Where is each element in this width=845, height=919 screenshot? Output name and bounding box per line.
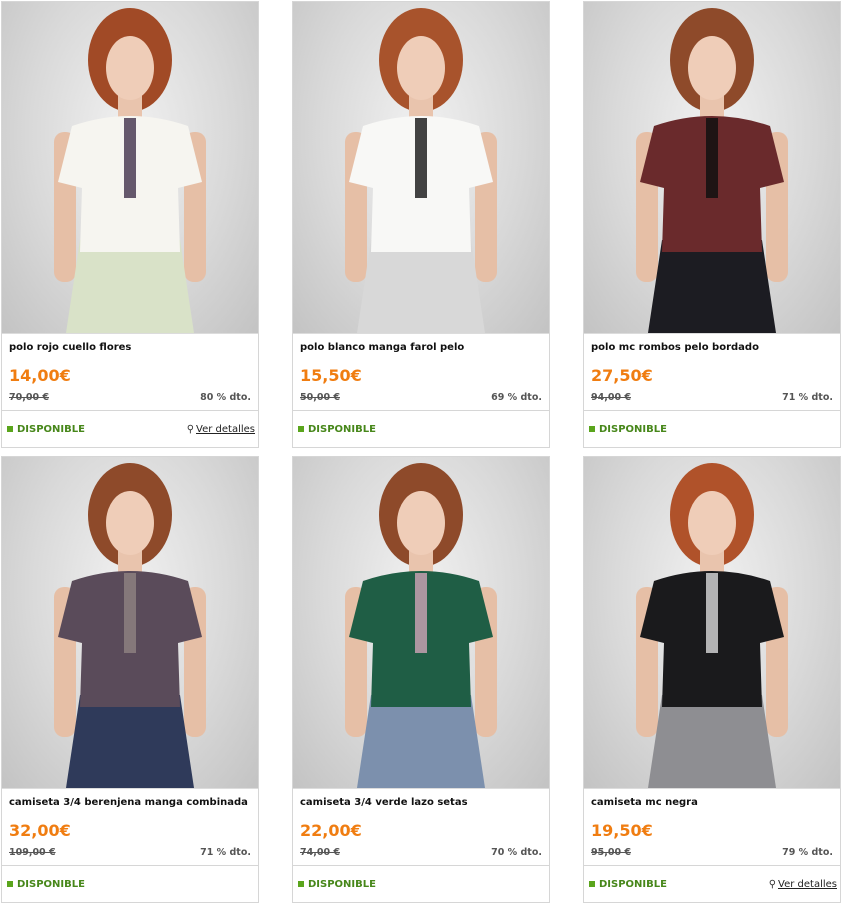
- model-shape: [688, 491, 736, 555]
- product-price: 22,00€: [300, 821, 362, 840]
- original-price: 94,00 €: [591, 391, 631, 403]
- model-shape: [706, 118, 718, 198]
- availability-square-icon: [298, 426, 304, 432]
- model-illustration: [345, 463, 497, 788]
- product-card: camiseta mc negra 19,50€ 95,00 € 79 % dt…: [583, 456, 841, 903]
- availability-status: DISPONIBLE: [298, 424, 376, 435]
- model-shape: [357, 240, 485, 333]
- original-price: 50,00 €: [300, 391, 340, 403]
- availability-status: DISPONIBLE: [589, 879, 667, 890]
- model-shape: [688, 36, 736, 100]
- product-photo[interactable]: [584, 457, 840, 789]
- product-price: 27,50€: [591, 366, 653, 385]
- model-shape: [66, 240, 194, 333]
- model-illustration: [345, 8, 497, 333]
- product-price: 14,00€: [9, 366, 71, 385]
- availability-square-icon: [298, 881, 304, 887]
- availability-label: DISPONIBLE: [17, 423, 85, 435]
- model-illustration: [636, 8, 788, 333]
- model-shape: [124, 118, 136, 198]
- availability-label: DISPONIBLE: [17, 878, 85, 890]
- product-name[interactable]: camiseta 3/4 berenjena manga combinada: [9, 797, 251, 811]
- discount-label: 71 % dto.: [200, 846, 251, 858]
- model-shape: [648, 240, 776, 333]
- model-shape: [66, 695, 194, 788]
- model-shape: [357, 695, 485, 788]
- model-shape: [415, 118, 427, 198]
- magnifier-icon: ⚲: [768, 878, 777, 890]
- discount-label: 71 % dto.: [782, 391, 833, 403]
- view-details-link[interactable]: ⚲ Ver detalles: [187, 424, 255, 435]
- product-price: 15,50€: [300, 366, 362, 385]
- model-illustration: [54, 8, 206, 333]
- availability-square-icon: [7, 881, 13, 887]
- view-details-label[interactable]: Ver detalles: [778, 879, 837, 890]
- availability-square-icon: [589, 881, 595, 887]
- model-shape: [397, 36, 445, 100]
- original-price: 109,00 €: [9, 846, 56, 858]
- model-shape: [415, 573, 427, 653]
- availability-label: DISPONIBLE: [599, 878, 667, 890]
- availability-label: DISPONIBLE: [599, 423, 667, 435]
- product-price: 19,50€: [591, 821, 653, 840]
- availability-status: DISPONIBLE: [298, 879, 376, 890]
- discount-label: 69 % dto.: [491, 391, 542, 403]
- view-details-label[interactable]: Ver detalles: [196, 424, 255, 435]
- product-photo[interactable]: [293, 2, 549, 334]
- product-name[interactable]: polo blanco manga farol pelo: [300, 342, 542, 356]
- product-card: polo mc rombos pelo bordado 27,50€ 94,00…: [583, 1, 841, 448]
- model-shape: [124, 573, 136, 653]
- model-illustration: [636, 463, 788, 788]
- view-details-link[interactable]: ⚲ Ver detalles: [769, 879, 837, 890]
- model-shape: [706, 573, 718, 653]
- availability-square-icon: [7, 426, 13, 432]
- discount-label: 79 % dto.: [782, 846, 833, 858]
- original-price: 95,00 €: [591, 846, 631, 858]
- product-photo[interactable]: [293, 457, 549, 789]
- availability-status: DISPONIBLE: [7, 879, 85, 890]
- availability-square-icon: [589, 426, 595, 432]
- model-shape: [397, 491, 445, 555]
- model-illustration: [54, 463, 206, 788]
- product-name[interactable]: polo rojo cuello flores: [9, 342, 251, 356]
- product-price: 32,00€: [9, 821, 71, 840]
- model-shape: [106, 36, 154, 100]
- discount-label: 70 % dto.: [491, 846, 542, 858]
- product-name[interactable]: camiseta 3/4 verde lazo setas: [300, 797, 542, 811]
- product-card: camiseta 3/4 berenjena manga combinada 3…: [1, 456, 259, 903]
- original-price: 74,00 €: [300, 846, 340, 858]
- product-card: camiseta 3/4 verde lazo setas 22,00€ 74,…: [292, 456, 550, 903]
- discount-label: 80 % dto.: [200, 391, 251, 403]
- model-shape: [648, 695, 776, 788]
- product-photo[interactable]: [2, 2, 258, 334]
- product-photo[interactable]: [584, 2, 840, 334]
- original-price: 70,00 €: [9, 391, 49, 403]
- product-name[interactable]: polo mc rombos pelo bordado: [591, 342, 833, 356]
- availability-label: DISPONIBLE: [308, 878, 376, 890]
- product-card: polo blanco manga farol pelo 15,50€ 50,0…: [292, 1, 550, 448]
- product-name[interactable]: camiseta mc negra: [591, 797, 833, 811]
- availability-label: DISPONIBLE: [308, 423, 376, 435]
- product-photo[interactable]: [2, 457, 258, 789]
- model-shape: [106, 491, 154, 555]
- availability-status: DISPONIBLE: [589, 424, 667, 435]
- availability-status: DISPONIBLE: [7, 424, 85, 435]
- product-card: polo rojo cuello flores 14,00€ 70,00 € 8…: [1, 1, 259, 448]
- magnifier-icon: ⚲: [186, 423, 195, 435]
